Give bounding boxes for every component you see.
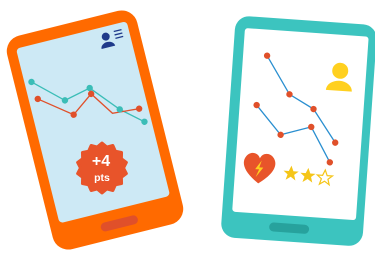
right-phone-screen (232, 28, 369, 221)
illustration-canvas: +4 pts (6, 10, 375, 250)
left-phone (6, 10, 184, 250)
points-badge-value: +4 (92, 153, 110, 170)
right-phone (221, 16, 375, 246)
points-badge: +4 pts (76, 141, 128, 195)
points-badge-unit: pts (94, 172, 110, 184)
